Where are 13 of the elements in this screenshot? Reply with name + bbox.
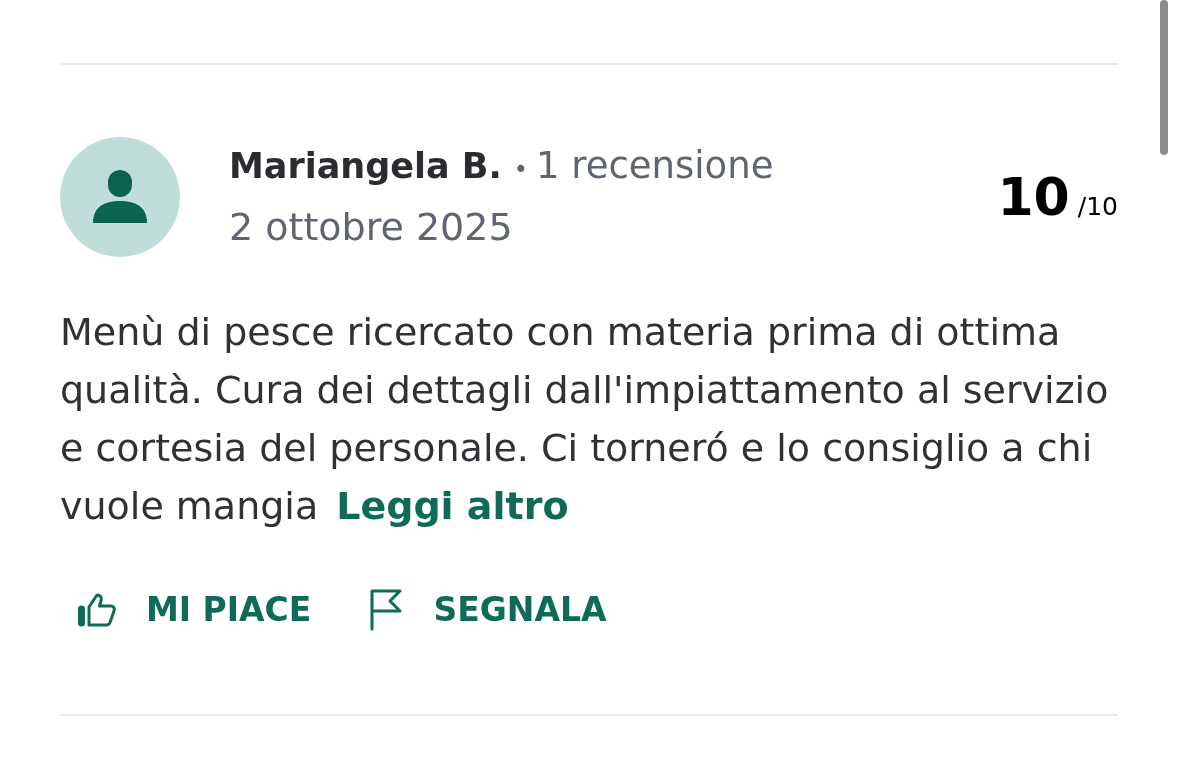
score: 10 xyxy=(997,166,1070,229)
review-date: 2 ottobre 2025 xyxy=(229,204,514,251)
review-count: 1 recensione xyxy=(535,143,774,189)
thumbs-up-icon xyxy=(78,593,116,627)
flag-icon xyxy=(369,589,404,631)
report-button[interactable]: SEGNALA xyxy=(351,582,625,638)
reviewer-name: Mariangela B. xyxy=(229,145,502,188)
read-more-link[interactable]: Leggi altro xyxy=(336,477,569,535)
like-button[interactable]: MI PIACE xyxy=(60,582,330,638)
review-text: Menù di pesce ricercato con materia prima di ottima qualità. Cura dei dettagli dall'impiattamento al servizio e cortesia del personale. Ci torneró e lo consiglio a chi vuole mangia Leggi altro xyxy=(60,303,1118,535)
score-max: /10 xyxy=(1077,191,1118,223)
avatar-icon xyxy=(60,137,180,257)
separator-dot: • xyxy=(513,155,528,186)
